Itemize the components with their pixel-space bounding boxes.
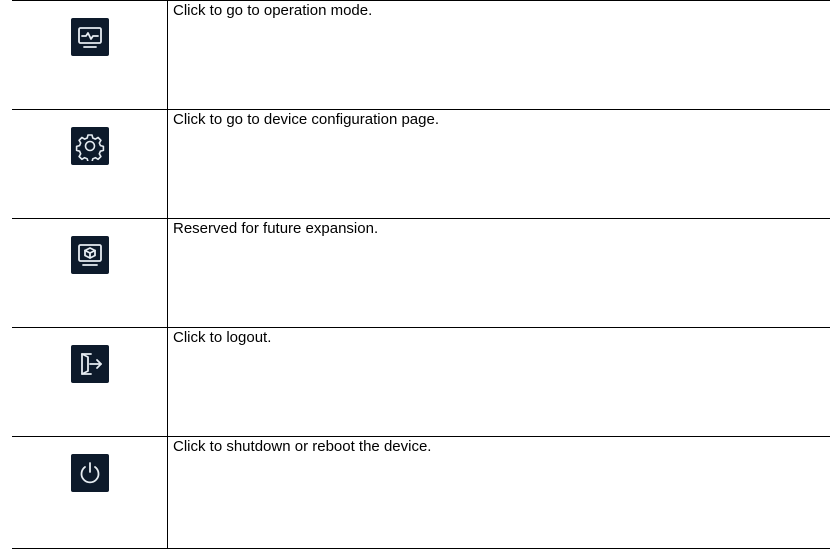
table-row: Click to logout. [12, 327, 830, 437]
icon-cell [12, 109, 168, 219]
table-row: Click to go to operation mode. [12, 0, 830, 110]
description-cell: Click to go to operation mode. [167, 0, 830, 110]
power-icon [70, 454, 109, 492]
expansion-monitor-icon [70, 236, 109, 274]
table-row: Click to go to device configuration page… [12, 109, 830, 219]
logout-icon [70, 345, 109, 383]
settings-gear-icon [70, 127, 109, 165]
icon-cell [12, 327, 168, 437]
icon-cell [12, 218, 168, 328]
icon-description-table: Click to go to operation mode. Click to … [12, 0, 830, 549]
operation-mode-icon [70, 18, 109, 56]
description-cell: Reserved for future expansion. [167, 218, 830, 328]
description-cell: Click to logout. [167, 327, 830, 437]
table-row: Reserved for future expansion. [12, 218, 830, 328]
description-cell: Click to go to device configuration page… [167, 109, 830, 219]
icon-cell [12, 0, 168, 110]
